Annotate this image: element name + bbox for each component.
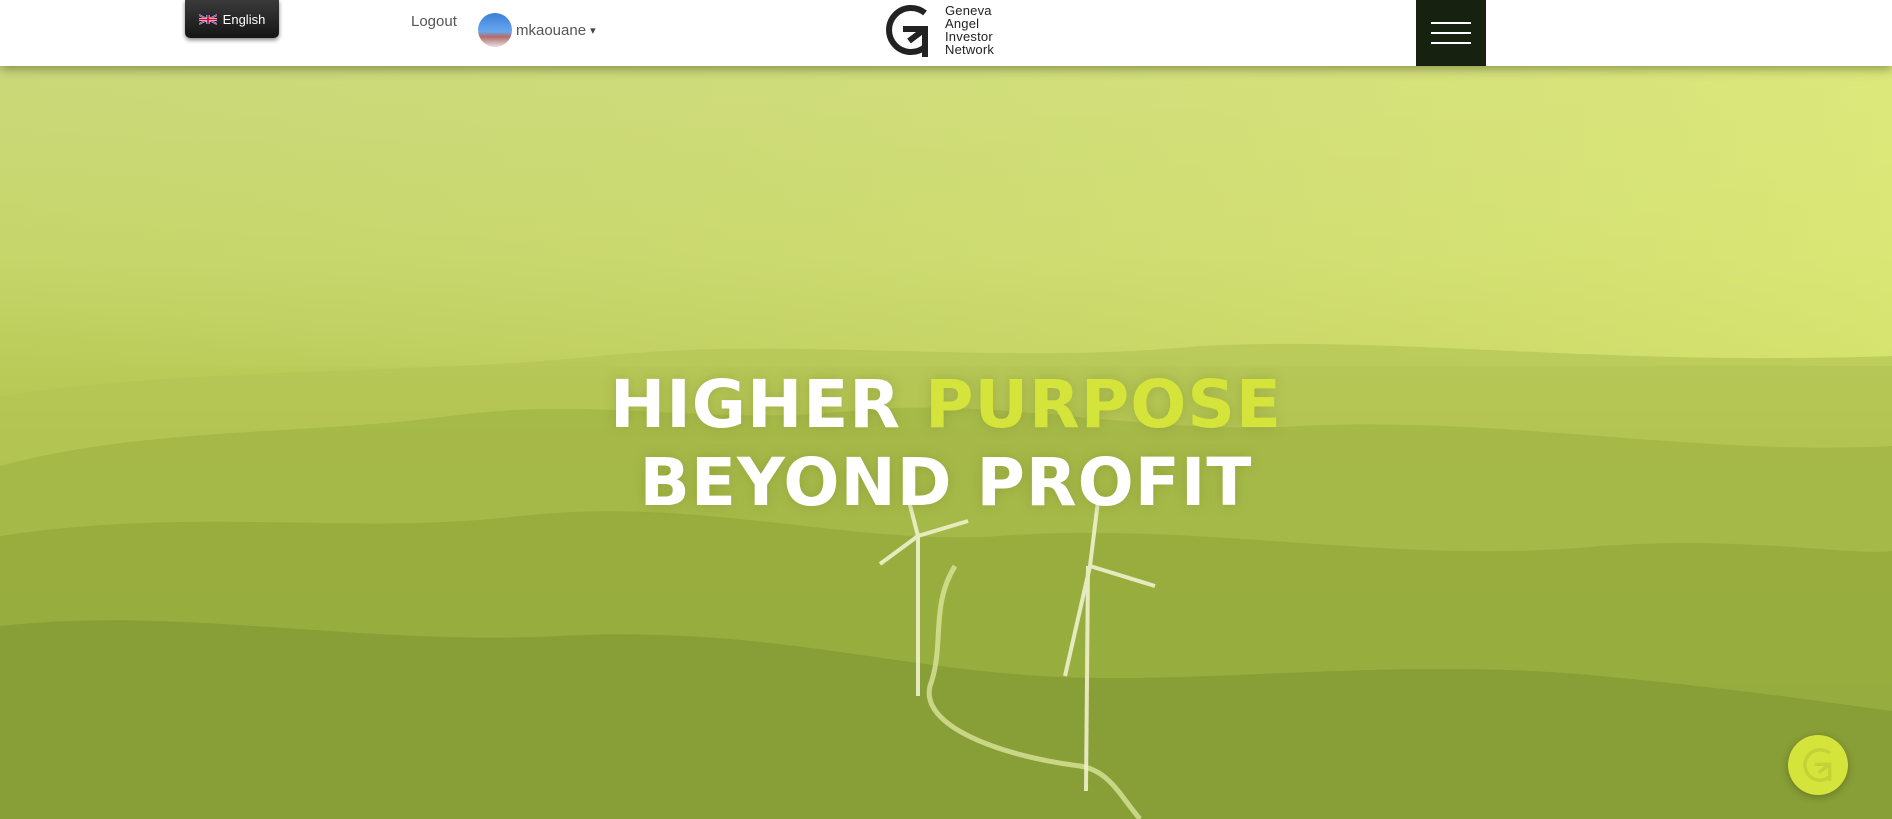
avatar [478, 13, 512, 47]
logo-line: Network [945, 42, 995, 57]
chat-widget-button[interactable] [1788, 735, 1848, 795]
logo-wordmark: Geneva Angel Investor Network [945, 4, 994, 56]
user-menu[interactable]: mkaouane ▾ [478, 13, 596, 47]
hero-headline-line2: BEYOND PROFIT [639, 444, 1253, 521]
language-selector-button[interactable]: English [185, 0, 279, 38]
username-label: mkaouane [516, 21, 587, 39]
logout-link[interactable]: Logout [411, 13, 457, 30]
gain-logo-icon [886, 5, 928, 57]
top-navigation-bar: English Logout mkaouane ▾ Geneva Angel I… [0, 0, 1892, 66]
hero-headline-white: HIGHER [610, 366, 902, 443]
uk-flag-icon [198, 13, 217, 25]
hero-headline-accent: PURPOSE [925, 366, 1282, 443]
hero-section: HIGHER PURPOSE BEYOND PROFIT [0, 66, 1892, 819]
language-label: English [222, 11, 266, 27]
gain-logo-icon [1803, 748, 1832, 782]
site-logo[interactable]: Geneva Angel Investor Network [879, 0, 994, 60]
chevron-down-icon: ▾ [590, 24, 596, 37]
hamburger-menu-button[interactable] [1416, 0, 1486, 66]
hamburger-line [1431, 32, 1471, 34]
hamburger-line [1431, 42, 1471, 44]
hero-headline-line1: HIGHER PURPOSE [0, 366, 1892, 443]
hamburger-menu-icon [1431, 22, 1471, 24]
